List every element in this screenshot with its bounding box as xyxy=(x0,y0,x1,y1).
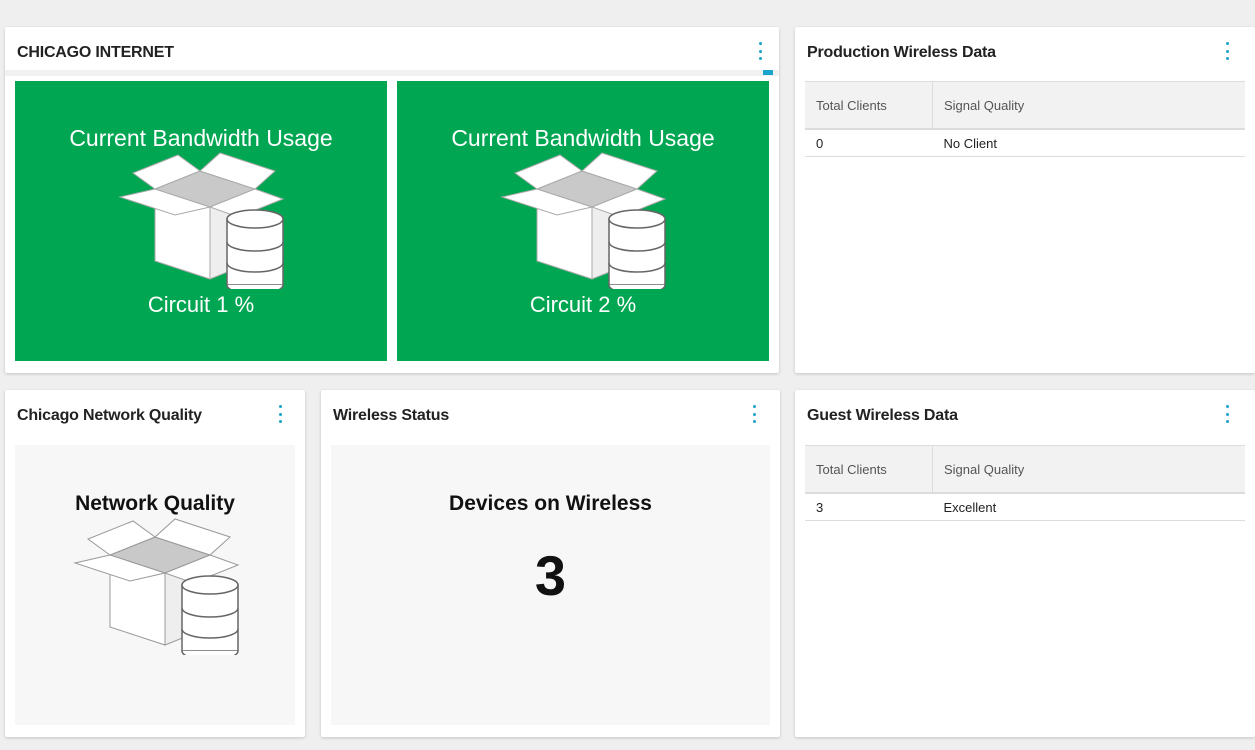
bandwidth-tile-circuit-1[interactable]: Current Bandwidth Usage Circuit 1 % xyxy=(15,81,387,361)
production-wireless-table: Total Clients Signal Quality 0 No Client xyxy=(805,81,1245,157)
card-title: Wireless Status xyxy=(333,407,450,424)
devices-on-wireless-count: 3 xyxy=(534,544,567,607)
box-database-icon xyxy=(73,518,240,655)
wireless-status-tile[interactable]: Devices on Wireless 3 xyxy=(331,445,770,725)
production-wireless-card: Production Wireless Data Total Clients S… xyxy=(795,27,1255,373)
more-options-icon[interactable] xyxy=(1221,41,1233,61)
network-quality-card: Chicago Network Quality Network Quality xyxy=(5,390,305,737)
column-header-signal-quality[interactable]: Signal Quality xyxy=(932,445,1245,494)
card-title: Production Wireless Data xyxy=(807,44,996,61)
signal-quality-cell: No Client xyxy=(932,129,1245,157)
guest-wireless-table: Total Clients Signal Quality 3 Excellent xyxy=(805,445,1245,521)
tile-title: Current Bandwidth Usage xyxy=(69,125,333,151)
tile-subtitle: Circuit 2 % xyxy=(529,292,637,317)
wireless-status-card: Wireless Status Devices on Wireless 3 xyxy=(321,390,780,737)
card-title: Guest Wireless Data xyxy=(807,407,958,424)
network-quality-label: Network Quality xyxy=(75,492,235,515)
tile-subtitle: Circuit 1 % xyxy=(147,292,255,317)
bandwidth-tile-circuit-2[interactable]: Current Bandwidth Usage Circuit 2 % xyxy=(397,81,769,361)
card-title: CHICAGO INTERNET xyxy=(17,44,174,61)
table-row: 3 Excellent xyxy=(805,493,1245,521)
more-options-icon[interactable] xyxy=(754,41,766,61)
more-options-icon[interactable] xyxy=(1221,404,1233,424)
card-title: Chicago Network Quality xyxy=(17,407,202,424)
column-header-signal-quality[interactable]: Signal Quality xyxy=(932,81,1245,130)
devices-on-wireless-label: Devices on Wireless xyxy=(449,492,652,515)
more-options-icon[interactable] xyxy=(748,404,760,424)
box-database-icon xyxy=(118,152,285,289)
chicago-internet-card: CHICAGO INTERNET Current Bandwidth Usage… xyxy=(5,27,779,373)
total-clients-cell: 3 xyxy=(805,493,933,521)
tile-title: Current Bandwidth Usage xyxy=(451,125,715,151)
guest-wireless-card: Guest Wireless Data Total Clients Signal… xyxy=(795,390,1255,737)
network-quality-tile[interactable]: Network Quality xyxy=(15,445,295,725)
box-database-icon xyxy=(500,152,667,289)
table-row: 0 No Client xyxy=(805,129,1245,157)
scroll-thumb[interactable] xyxy=(763,70,773,75)
more-options-icon[interactable] xyxy=(274,404,286,424)
card-scrollbar[interactable] xyxy=(5,70,779,76)
column-header-total-clients[interactable]: Total Clients xyxy=(805,81,933,130)
signal-quality-cell: Excellent xyxy=(932,493,1245,521)
column-header-total-clients[interactable]: Total Clients xyxy=(805,445,933,494)
total-clients-cell: 0 xyxy=(805,129,933,157)
